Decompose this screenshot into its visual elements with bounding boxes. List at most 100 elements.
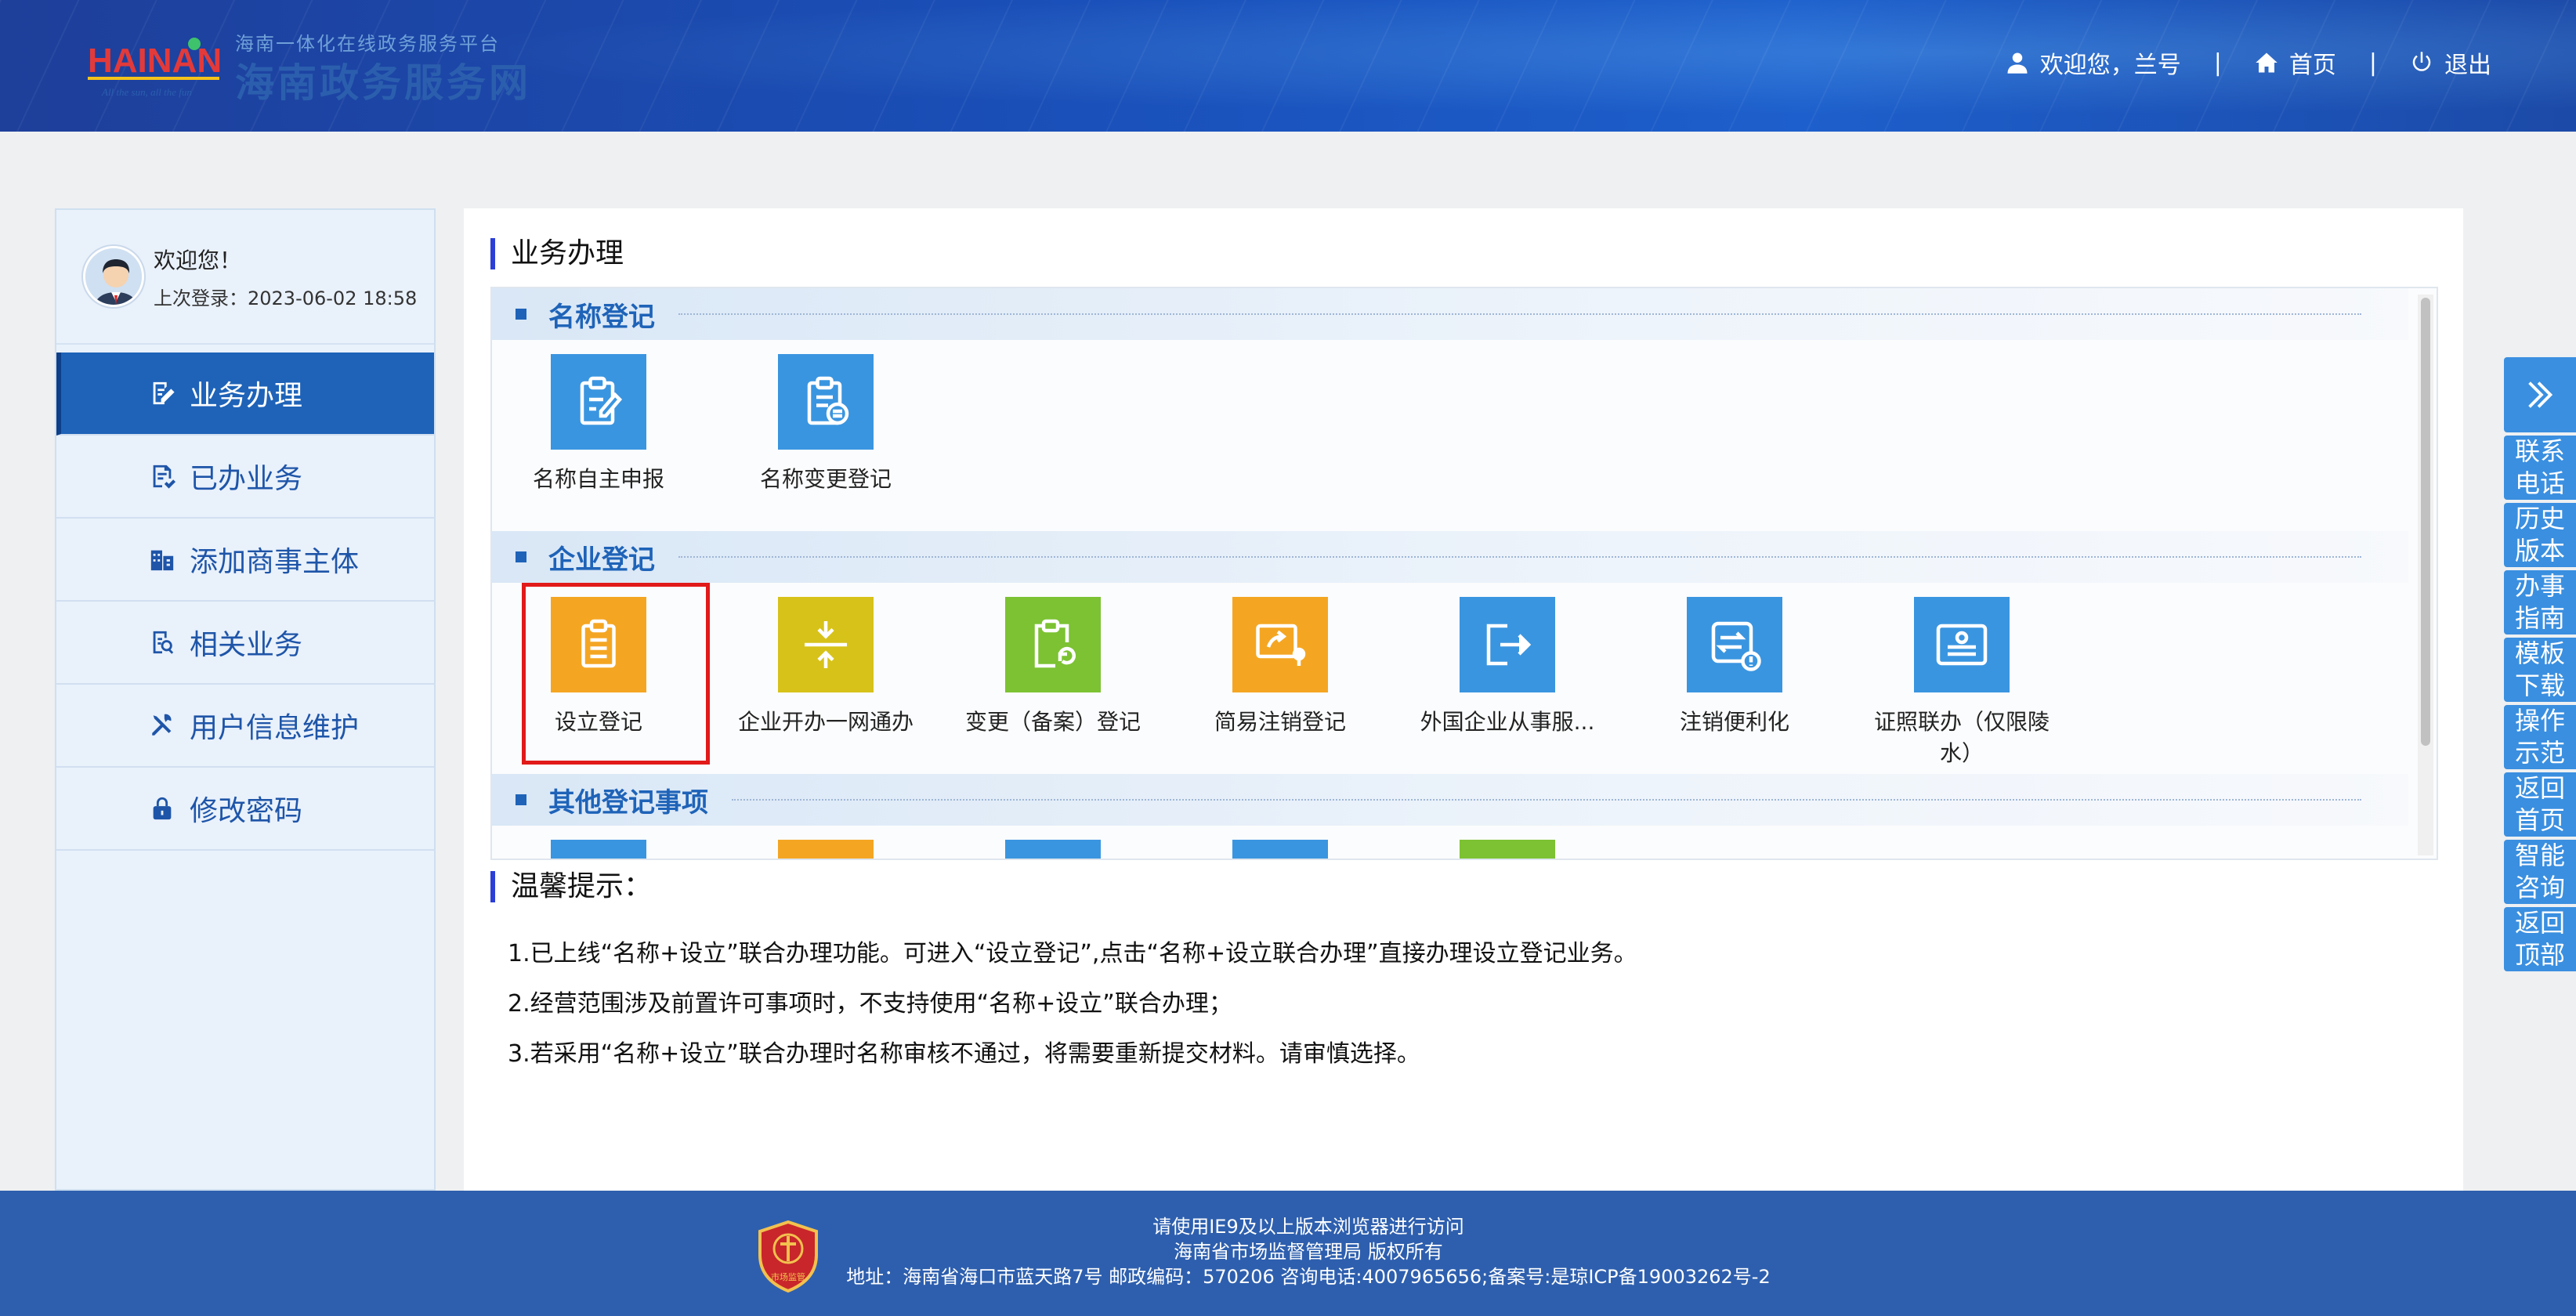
logout-label: 退出 [2444,52,2491,79]
welcome-text: 欢迎您，兰号 [2039,52,2181,79]
scrollbar-thumb[interactable] [2421,298,2430,746]
float-smart-consult[interactable]: 智能 咨询 [2504,840,2576,904]
document-icon [1460,840,1555,859]
float-service-guide[interactable]: 办事 指南 [2504,570,2576,634]
user-nav: 欢迎您，兰号 | 首页 | 退出 [2006,45,2491,80]
welcome-user[interactable]: 欢迎您，兰号 [2006,45,2181,80]
float-back-top[interactable]: 返回 顶部 [2504,907,2576,971]
last-login-text: 上次登录：2023-06-02 18:58 [154,287,418,309]
tile-other-3[interactable] [959,840,1147,859]
sidebar-item-label: 已办业务 [190,463,303,495]
float-history-version[interactable]: 历史 版本 [2504,503,2576,567]
greeting-text: 欢迎您！ [154,247,242,273]
tips-title: 温馨提示： [490,871,652,902]
svg-text:HAINAN: HAINAN [88,42,222,80]
tile-license-joint[interactable]: 证照联办（仅限陵水） [1868,597,2056,769]
selection-highlight-box [522,583,710,765]
sidebar-item-change-password[interactable]: 修改密码 [56,768,434,851]
tile-label: 证照联办（仅限陵水） [1873,709,2050,766]
clipboard-refresh-icon [1005,597,1101,692]
category-header-name-registration: 名称登记 [492,288,2408,340]
site-title[interactable]: 海南政务服务网 [235,52,531,108]
category-name: 名称登记 [548,301,655,333]
dotted-divider [678,313,2361,315]
float-template-download[interactable]: 模板 下载 [2504,638,2576,702]
svg-text:All the sun, all the fun: All the sun, all the fun [101,86,192,98]
tile-label: 注销便利化 [1679,709,1789,735]
clipboard-list-icon [778,354,874,450]
market-supervision-emblem: 市场监管 [758,1220,818,1292]
business-grid: 名称登记 名称自主申报 名称变更登记 企业登记 设立登记 企业开办一网通办 变更… [490,287,2438,860]
sidebar-item-label: 相关业务 [190,629,303,661]
tile-label: 变更（备案）登记 [964,709,1141,735]
category-header-other: 其他登记事项 [492,774,2408,826]
tile-other-5[interactable] [1413,840,1601,859]
site-footer: 市场监管 请使用IE9及以上版本浏览器进行访问 海南省市场监督管理局 版权所有 … [0,1191,2576,1316]
power-icon [2412,52,2431,71]
building-icon [150,550,174,571]
tile-foreign-enterprise[interactable]: 外国企业从事服... [1413,597,1601,738]
user-icon [778,840,874,859]
square-bullet-icon [516,794,526,805]
sidebar-item-label: 添加商事主体 [190,546,360,578]
tile-deregistration-facilitation[interactable]: 注销便利化 [1641,597,1829,738]
compress-icon [778,597,874,692]
home-icon [2256,52,2278,73]
float-operation-demo[interactable]: 操作 示范 [2504,705,2576,769]
sidebar-item-label: 用户信息维护 [190,712,360,744]
clipboard-pen-icon [551,354,646,450]
footer-copyright: 海南省市场监督管理局 版权所有 [1174,1241,1443,1263]
dotted-divider [678,556,2361,558]
tile-label: 简易注销登记 [1214,709,1346,735]
edit-doc-icon [153,381,175,405]
tip-line-2: 2.经营范围涉及前置许可事项时，不支持使用“名称+设立”联合办理； [508,990,1232,1018]
exit-arrow-icon [1460,597,1555,692]
tile-change-filing[interactable]: 变更（备案）登记 [959,597,1147,738]
swap-info-icon [1687,597,1782,692]
category-name: 其他登记事项 [548,786,708,819]
vertical-scrollbar[interactable] [2418,295,2433,855]
sidebar-item-completed[interactable]: 已办业务 [56,436,434,519]
double-chevron-right-icon [2528,381,2553,408]
main-panel: 业务办理 名称登记 名称自主申报 名称变更登记 企业登记 设立登记 企业开办一网… [464,208,2463,1191]
home-link[interactable]: 首页 [2255,45,2336,80]
tip-line-1: 1.已上线“名称+设立”联合办理功能。可进入“设立登记”,点击“名称+设立联合办… [508,940,1637,967]
tile-simple-deregistration[interactable]: 简易注销登记 [1186,597,1374,738]
id-card-icon [1914,597,2010,692]
sidebar-item-add-entity[interactable]: 添加商事主体 [56,519,434,602]
nav-separator: | [2213,49,2222,77]
tile-other-2[interactable] [732,840,920,859]
document-icon [1232,840,1328,859]
hainan-logo[interactable]: HAINAN All the sun, all the fun [85,28,223,100]
lock-icon [153,797,172,820]
sidebar-item-business[interactable]: 业务办理 [56,352,434,436]
svg-text:市场监管: 市场监管 [771,1271,805,1282]
sidebar: 欢迎您！ 上次登录：2023-06-02 18:58 业务办理 已办业务 添加商… [55,208,436,1191]
dotted-divider [732,799,2361,801]
sidebar-item-related[interactable]: 相关业务 [56,602,434,685]
tile-other-4[interactable] [1186,840,1374,859]
home-label: 首页 [2288,52,2336,79]
tile-label: 企业开办一网通办 [737,709,914,735]
footer-address: 地址：海南省海口市蓝天路7号 邮政编码：570206 咨询电话:40079656… [846,1266,1771,1288]
sidebar-item-user-info[interactable]: 用户信息维护 [56,685,434,768]
check-doc-icon [153,465,175,489]
logout-link[interactable]: 退出 [2410,45,2491,80]
tile-label: 名称变更登记 [759,466,892,492]
sidebar-item-label: 业务办理 [190,380,303,412]
float-back-home[interactable]: 返回 首页 [2504,772,2576,837]
category-header-enterprise-registration: 企业登记 [492,531,2408,583]
tile-label: 名称自主申报 [532,466,664,492]
search-doc-icon [153,631,174,654]
nav-separator: | [2368,49,2377,77]
tile-other-1[interactable] [505,840,693,859]
tile-one-stop-service[interactable]: 企业开办一网通办 [732,597,920,738]
user-icon [551,840,646,859]
float-bar-toggle[interactable] [2504,357,2576,432]
float-contact-phone[interactable]: 联系 电话 [2504,436,2576,500]
user-icon [2007,52,2028,74]
sidebar-menu: 业务办理 已办业务 添加商事主体 相关业务 用户信息维护 修改密码 [56,352,434,851]
tip-line-3: 3.若采用“名称+设立”联合办理时名称审核不通过，将需要重新提交材料。请审慎选择… [508,1040,1420,1068]
tile-name-self-declare[interactable]: 名称自主申报 [505,354,693,495]
tile-name-change[interactable]: 名称变更登记 [732,354,920,495]
